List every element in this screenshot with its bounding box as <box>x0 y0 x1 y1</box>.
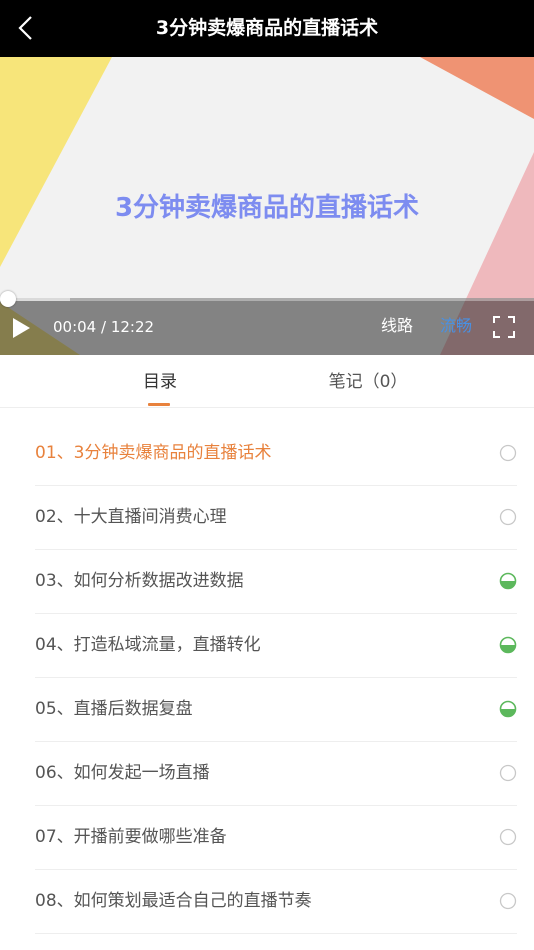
route-button[interactable]: 线路 <box>381 314 413 338</box>
empty-circle-icon <box>499 892 517 910</box>
lesson-list: 01、3分钟卖爆商品的直播话术 02、十大直播间消费心理 03、如何分析数据改进… <box>35 422 517 934</box>
tab-bar: 目录 笔记（0） <box>0 355 534 408</box>
top-bar: 3分钟卖爆商品的直播话术 <box>0 0 534 57</box>
lesson-item[interactable]: 06、如何发起一场直播 <box>35 742 517 806</box>
lesson-title: 01、3分钟卖爆商品的直播话术 <box>35 443 272 463</box>
lesson-item[interactable]: 01、3分钟卖爆商品的直播话术 <box>35 422 517 486</box>
lesson-item[interactable]: 04、打造私域流量，直播转化 <box>35 614 517 678</box>
tab-notes[interactable]: 笔记（0） <box>300 355 436 407</box>
empty-circle-icon <box>499 508 517 526</box>
lesson-title: 02、十大直播间消费心理 <box>35 507 227 527</box>
back-button[interactable] <box>8 10 44 46</box>
lesson-title: 08、如何策划最适合自己的直播节奏 <box>35 891 312 911</box>
play-button[interactable] <box>10 316 32 340</box>
video-player[interactable]: 3分钟卖爆商品的直播话术 00:04 / 12:22 线路 流畅 <box>0 57 534 355</box>
player-controls: 00:04 / 12:22 线路 流畅 <box>0 291 534 355</box>
lesson-title: 03、如何分析数据改进数据 <box>35 571 244 591</box>
fullscreen-button[interactable] <box>493 316 515 338</box>
lesson-item[interactable]: 05、直播后数据复盘 <box>35 678 517 742</box>
empty-circle-icon <box>499 444 517 462</box>
time-display: 00:04 / 12:22 <box>53 316 154 338</box>
page-title: 3分钟卖爆商品的直播话术 <box>155 17 379 39</box>
lesson-item[interactable]: 07、开播前要做哪些准备 <box>35 806 517 870</box>
lesson-title: 07、开播前要做哪些准备 <box>35 827 227 847</box>
half-filled-circle-icon <box>499 572 517 590</box>
fullscreen-icon <box>493 316 515 338</box>
duration: 12:22 <box>110 318 155 336</box>
current-time: 00:04 <box>53 318 97 336</box>
slide-title: 3分钟卖爆商品的直播话术 <box>114 193 420 223</box>
progress-bar[interactable] <box>0 291 534 307</box>
lesson-item[interactable]: 08、如何策划最适合自己的直播节奏 <box>35 870 517 934</box>
back-arrow-icon <box>18 16 32 40</box>
empty-circle-icon <box>499 828 517 846</box>
lesson-title: 06、如何发起一场直播 <box>35 763 210 783</box>
empty-circle-icon <box>499 764 517 782</box>
lesson-title: 05、直播后数据复盘 <box>35 699 193 719</box>
lesson-item[interactable]: 03、如何分析数据改进数据 <box>35 550 517 614</box>
time-separator: / <box>101 318 111 336</box>
half-filled-circle-icon <box>499 700 517 718</box>
lesson-item[interactable]: 02、十大直播间消费心理 <box>35 486 517 550</box>
progress-knob[interactable] <box>0 291 16 307</box>
quality-button[interactable]: 流畅 <box>440 314 472 338</box>
tab-catalog[interactable]: 目录 <box>140 355 180 407</box>
active-tab-indicator <box>148 403 170 406</box>
lesson-title: 04、打造私域流量，直播转化 <box>35 635 261 655</box>
play-icon <box>13 318 30 338</box>
half-filled-circle-icon <box>499 636 517 654</box>
